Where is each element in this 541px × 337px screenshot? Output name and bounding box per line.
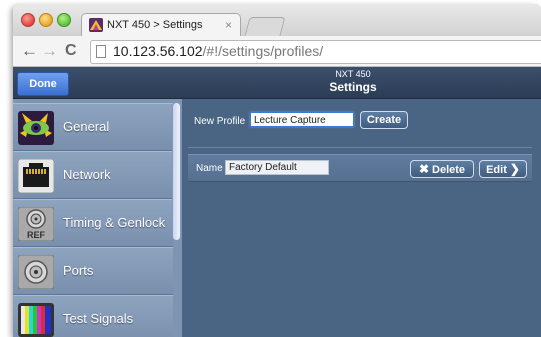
divider xyxy=(188,147,532,148)
page-icon xyxy=(96,45,106,58)
favicon-icon xyxy=(89,18,103,32)
new-profile-input[interactable]: Lecture Capture xyxy=(250,112,354,127)
browser-toolbar: ← → C 10.123.56.102/#!/settings/profiles… xyxy=(13,36,541,67)
ethernet-port-icon xyxy=(17,158,55,194)
profile-name-label: Name xyxy=(196,163,223,174)
address-bar[interactable]: 10.123.56.102/#!/settings/profiles/ xyxy=(90,40,541,64)
chevron-right-icon: ❯ xyxy=(509,162,520,176)
settings-app: Done NXT 450 Settings General Network RE… xyxy=(13,67,541,337)
sidebar-item-ports[interactable]: Ports xyxy=(13,247,173,295)
profile-name-input[interactable]: Factory Default xyxy=(225,160,329,175)
color-bars-icon xyxy=(18,303,54,337)
sidebar-item-test-signals[interactable]: Test Signals xyxy=(13,295,173,337)
sidebar-scrollbar[interactable] xyxy=(172,102,181,241)
browser-tab[interactable]: NXT 450 > Settings × xyxy=(81,13,241,36)
edit-button[interactable]: Edit ❯ xyxy=(479,160,527,178)
close-window-button[interactable] xyxy=(21,13,35,27)
url-path: /#!/settings/profiles/ xyxy=(202,43,324,59)
sidebar-item-label: Ports xyxy=(63,263,94,278)
profile-row: Name Factory Default ✖ Delete Edit ❯ xyxy=(188,154,532,182)
minimize-window-button[interactable] xyxy=(39,13,53,27)
sidebar-item-label: General xyxy=(63,119,110,134)
edit-label: Edit xyxy=(486,164,507,176)
app-header: Done NXT 450 Settings xyxy=(13,67,541,99)
done-button[interactable]: Done xyxy=(17,72,69,96)
eye-icon xyxy=(18,111,54,145)
sidebar-item-timing-genlock[interactable]: REF Timing & Genlock xyxy=(13,199,173,247)
close-x-icon: ✖ xyxy=(418,162,430,176)
delete-button[interactable]: ✖ Delete xyxy=(410,160,474,178)
new-profile-label: New Profile xyxy=(194,116,246,127)
settings-sidebar: General Network REF Timing & Genlock Por… xyxy=(13,99,182,337)
app-title: NXT 450 Settings xyxy=(303,69,403,94)
bnc-ref-icon: REF xyxy=(17,206,55,242)
create-button[interactable]: Create xyxy=(360,111,408,129)
sidebar-item-label: Timing & Genlock xyxy=(63,215,166,230)
tab-close-icon[interactable]: × xyxy=(225,18,232,32)
page-title: Settings xyxy=(329,80,377,94)
ref-text: REF xyxy=(27,230,46,240)
profiles-panel: New Profile Lecture Capture Create Name … xyxy=(182,99,541,337)
sidebar-item-general[interactable]: General xyxy=(13,103,173,151)
sidebar-item-network[interactable]: Network xyxy=(13,151,173,199)
device-name: NXT 450 xyxy=(335,69,371,79)
forward-button[interactable]: → xyxy=(41,41,58,61)
tab-strip: NXT 450 > Settings × xyxy=(13,4,541,36)
tab-title: NXT 450 > Settings xyxy=(107,19,203,31)
bnc-port-icon xyxy=(17,254,55,290)
back-button[interactable]: ← xyxy=(21,41,38,61)
reload-button[interactable]: C xyxy=(65,41,77,61)
new-tab-button[interactable] xyxy=(244,17,286,36)
sidebar-item-label: Network xyxy=(63,167,111,182)
url-text: 10.123.56.102/#!/settings/profiles/ xyxy=(113,43,323,59)
sidebar-item-label: Test Signals xyxy=(63,311,134,326)
browser-window: NXT 450 > Settings × ← → C 10.123.56.102… xyxy=(13,4,541,337)
delete-label: Delete xyxy=(432,164,466,176)
zoom-window-button[interactable] xyxy=(57,13,71,27)
url-host: 10.123.56.102 xyxy=(113,43,203,59)
